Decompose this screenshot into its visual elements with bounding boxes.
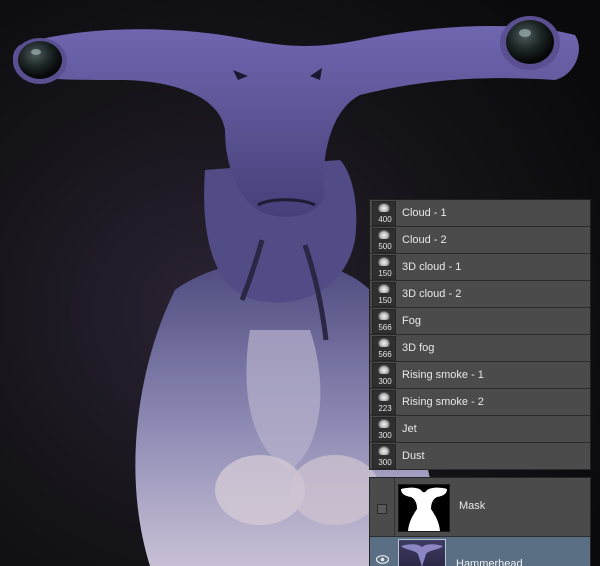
cloud-brush-icon: [378, 257, 390, 266]
visibility-checkbox[interactable]: [377, 504, 387, 514]
brush-thumbnail[interactable]: 566: [372, 309, 396, 334]
layer-label: Hammerhead: [456, 558, 523, 566]
brush-preset-row[interactable]: 566 3D fog: [370, 335, 590, 362]
brush-thumbnail[interactable]: 300: [372, 444, 396, 469]
smoke-brush-icon: [378, 365, 390, 374]
brush-size-label: 150: [378, 269, 392, 278]
brush-name-label: Cloud - 2: [402, 234, 447, 246]
brush-name-label: Fog: [402, 315, 421, 327]
brush-thumbnail[interactable]: 223: [372, 390, 396, 415]
brush-preset-row[interactable]: 400 Cloud - 1: [370, 200, 590, 227]
smoke-brush-icon: [378, 392, 390, 401]
creature-thumbnail-icon: [401, 544, 443, 566]
brush-preset-row[interactable]: 150 3D cloud - 1: [370, 254, 590, 281]
brush-name-label: 3D cloud - 1: [402, 261, 462, 273]
brush-name-label: Cloud - 1: [402, 207, 447, 219]
brush-presets-panel: 400 Cloud - 1 500 Cloud - 2 150 3D cloud - 11…: [369, 199, 591, 470]
mask-shape-icon: [401, 487, 447, 531]
brush-size-label: 566: [378, 350, 392, 359]
brush-thumbnail[interactable]: 300: [372, 363, 396, 388]
brush-preset-row[interactable]: 223 Rising smoke - 2: [370, 389, 590, 416]
brush-size-label: 566: [378, 323, 392, 332]
brush-thumbnail[interactable]: 150: [372, 255, 396, 280]
jet-brush-icon: [378, 419, 390, 428]
brush-thumbnail[interactable]: 566: [372, 336, 396, 361]
fog-brush-icon: [378, 338, 390, 347]
brush-preset-row[interactable]: 500 Cloud - 2: [370, 227, 590, 254]
brush-name-label: 3D cloud - 2: [402, 288, 462, 300]
layer-label: Mask: [459, 500, 486, 512]
cloud-brush-icon: [378, 203, 390, 212]
brush-name-label: Jet: [402, 423, 417, 435]
dust-brush-icon: [378, 446, 390, 455]
brush-size-label: 223: [378, 404, 392, 413]
layer-row-hammerhead[interactable]: Hammerhead: [370, 537, 590, 566]
mask-thumbnail[interactable]: [398, 484, 450, 532]
brush-size-label: 300: [378, 458, 392, 467]
brush-name-label: Dust: [402, 450, 425, 462]
layers-panel: Mask Hammerhead: [369, 477, 591, 566]
brush-name-label: Rising smoke - 2: [402, 396, 484, 408]
brush-size-label: 500: [378, 242, 392, 251]
cloud-brush-icon: [378, 230, 390, 239]
fog-brush-icon: [378, 311, 390, 320]
brush-preset-row[interactable]: 150 3D cloud - 2: [370, 281, 590, 308]
brush-preset-row[interactable]: 566 Fog: [370, 308, 590, 335]
layer-row-mask[interactable]: Mask: [370, 478, 590, 537]
brush-thumbnail[interactable]: 150: [372, 282, 396, 307]
brush-preset-row[interactable]: 300 Jet: [370, 416, 590, 443]
brush-size-label: 400: [378, 215, 392, 224]
brush-thumbnail[interactable]: 300: [372, 417, 396, 442]
brush-preset-row[interactable]: 300 Rising smoke - 1: [370, 362, 590, 389]
brush-name-label: 3D fog: [402, 342, 435, 354]
brush-size-label: 150: [378, 296, 392, 305]
brush-size-label: 300: [378, 431, 392, 440]
brush-thumbnail[interactable]: 400: [372, 201, 396, 226]
brush-preset-row[interactable]: 300 Dust: [370, 443, 590, 470]
brush-size-label: 300: [378, 377, 392, 386]
eye-icon[interactable]: [376, 555, 389, 564]
layer-thumbnail[interactable]: [398, 539, 446, 566]
brush-name-label: Rising smoke - 1: [402, 369, 484, 381]
cloud-brush-icon: [378, 284, 390, 293]
brush-thumbnail[interactable]: 500: [372, 228, 396, 253]
canvas-stage: 400 Cloud - 1 500 Cloud - 2 150 3D cloud - 11…: [0, 0, 600, 566]
